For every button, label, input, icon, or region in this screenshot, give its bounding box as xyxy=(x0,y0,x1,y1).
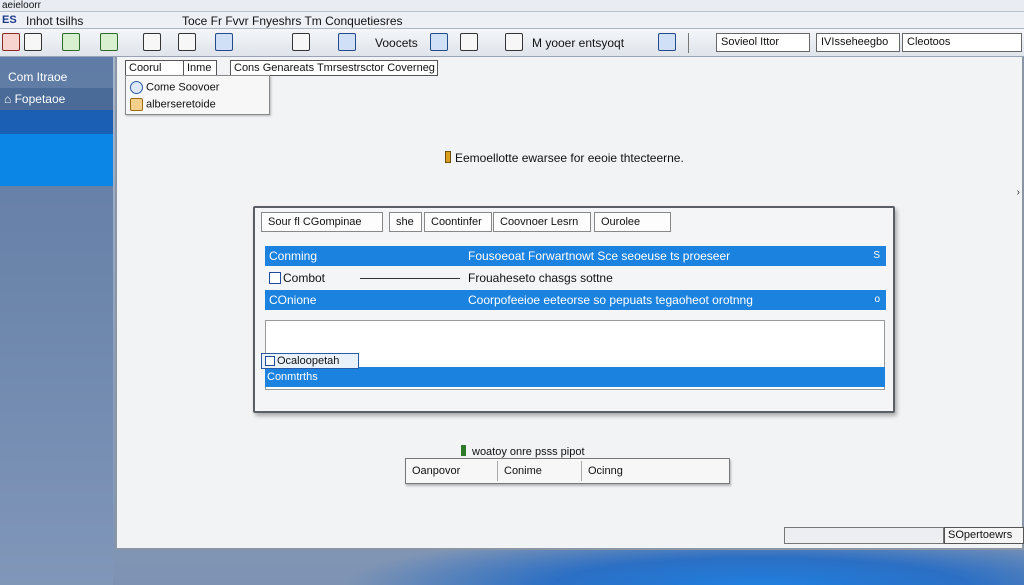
app-title-strip: aeieloorr xyxy=(0,0,1024,12)
list-chip-label: Ocaloopetah xyxy=(277,355,340,367)
option-row-3-label: COnione xyxy=(269,293,317,307)
column-header-1[interactable]: Sour fl CGompinae xyxy=(261,212,383,232)
document-icon[interactable] xyxy=(178,33,196,51)
list-selected-row[interactable]: Conmtrths xyxy=(265,367,885,387)
tab-inme[interactable]: Inme xyxy=(183,60,217,76)
toolbar-separator xyxy=(688,33,689,53)
page-icon[interactable] xyxy=(505,33,523,51)
menu-bar: ES Inhot tsilhs Toce Fr Fvvr Fnyeshrs Tm… xyxy=(0,12,1024,29)
column-header-2[interactable]: she xyxy=(389,212,422,232)
action-button-1[interactable]: Oanpovor xyxy=(408,461,498,481)
sidebar-selected-band[interactable] xyxy=(0,134,113,186)
option-row-1-desc: Fousoeoat Forwartnowt Sce seoeuse ts pro… xyxy=(468,249,731,263)
column-header-4[interactable]: Coovnoer Lesrn xyxy=(493,212,591,232)
monitor-icon[interactable] xyxy=(215,33,233,51)
option-row-2-desc: Frouaheseto chasgs sottne xyxy=(468,271,613,285)
sidebar-item-2-label: Fopetaoe xyxy=(14,92,66,106)
toolbar-field-3[interactable]: Cleotoos xyxy=(902,33,1022,52)
app-strip-title: aeieloorr xyxy=(2,0,41,11)
column-header-3[interactable]: Coontinfer xyxy=(424,212,492,232)
action-button-group: Oanpovor Conime Ocinng xyxy=(405,458,730,484)
help-icon xyxy=(130,81,143,94)
tab-coorul[interactable]: Coorul xyxy=(125,60,187,76)
toolbar: Voocets M yooer entsyoqt Sovieol Ittor I… xyxy=(0,29,1024,57)
image-icon[interactable] xyxy=(658,33,676,51)
copy-icon[interactable] xyxy=(143,33,161,51)
sidebar: Com Itraoe ⌂ Fopetaoe xyxy=(0,57,113,585)
save-icon[interactable] xyxy=(24,33,42,51)
close-doc-icon[interactable] xyxy=(2,33,20,51)
options-panel: Sour fl CGompinae she Coontinfer Coovnoe… xyxy=(253,206,895,413)
menu-item-label[interactable]: Inhot tsilhs xyxy=(26,14,83,28)
instruction-text: Eemoellotte ewarsee for eeoie thtecteern… xyxy=(445,151,684,165)
dropdown-popup: Come Soovoer alberseretoide xyxy=(125,75,270,115)
clipboard-icon[interactable] xyxy=(292,33,310,51)
status-field xyxy=(784,527,944,544)
action-button-2[interactable]: Conime xyxy=(500,461,582,481)
option-row-1[interactable]: Conming Fousoeoat Forwartnowt Sce seoeus… xyxy=(265,246,886,266)
phone-icon[interactable] xyxy=(460,33,478,51)
instruction-label: Eemoellotte ewarsee for eeoie thtecteern… xyxy=(455,151,684,165)
option-row-3-end: o xyxy=(874,294,880,305)
column-header-5[interactable]: Ourolee xyxy=(594,212,671,232)
scroll-arrow-icon[interactable]: › xyxy=(1017,187,1020,198)
menu-tag[interactable]: ES xyxy=(2,14,17,26)
popup-item-2[interactable]: alberseretoide xyxy=(130,98,216,111)
toolbar-label-entry[interactable]: M yooer entsyoqt xyxy=(532,36,624,50)
window-title: Toce Fr Fvvr Fnyeshrs Tm Conquetiesres xyxy=(182,14,403,28)
open-folder-icon[interactable] xyxy=(62,33,80,51)
option-row-3[interactable]: COnione Coorpofeeioe eeteorse so pepuats… xyxy=(265,290,886,310)
home-icon: ⌂ xyxy=(4,92,15,106)
popup-item-2-label: alberseretoide xyxy=(146,98,216,111)
pin-icon xyxy=(461,445,466,456)
sidebar-item-1[interactable]: Com Itraoe xyxy=(0,66,113,88)
option-row-2-text: Combot xyxy=(283,271,326,285)
option-row-2-label: Combot xyxy=(269,267,325,289)
popup-item-1[interactable]: Come Soovoer xyxy=(130,81,219,94)
users-icon[interactable] xyxy=(338,33,356,51)
sidebar-item-2[interactable]: ⌂ Fopetaoe xyxy=(0,88,113,110)
folder-icon xyxy=(130,98,143,111)
option-row-1-end: S xyxy=(873,250,880,261)
main-window: Coorul Inme Cons Genareats Tmrsestrsctor… xyxy=(115,57,1024,550)
status-text: SOpertoewrs xyxy=(944,527,1024,544)
checkbox-icon[interactable] xyxy=(269,272,281,284)
sidebar-band xyxy=(0,110,113,134)
list-chip[interactable]: Ocaloopetah xyxy=(261,353,359,369)
edit-icon[interactable] xyxy=(100,33,118,51)
checkbox-icon xyxy=(265,356,275,366)
action-button-3[interactable]: Ocinng xyxy=(584,461,727,481)
toolbar-label-voocets[interactable]: Voocets xyxy=(375,36,418,50)
prompt-text: woatoy onre psss pipot xyxy=(461,445,585,458)
toolbar-field-1[interactable]: Sovieol Ittor xyxy=(716,33,810,52)
tab-generator[interactable]: Cons Genareats Tmrsestrsctor Coverneg xyxy=(230,60,438,76)
option-row-1-label: Conming xyxy=(269,249,318,263)
option-row-2-divider xyxy=(360,278,460,279)
prompt-label: woatoy onre psss pipot xyxy=(472,446,585,458)
option-row-3-desc: Coorpofeeioe eeteorse so pepuats tegaohe… xyxy=(468,293,753,307)
cloud-icon[interactable] xyxy=(430,33,448,51)
pin-icon xyxy=(445,151,451,163)
popup-item-1-label: Come Soovoer xyxy=(146,81,220,94)
option-row-2[interactable]: Combot Frouaheseto chasgs sottne xyxy=(265,267,886,289)
toolbar-field-2[interactable]: IVIsseheegbo xyxy=(816,33,900,52)
